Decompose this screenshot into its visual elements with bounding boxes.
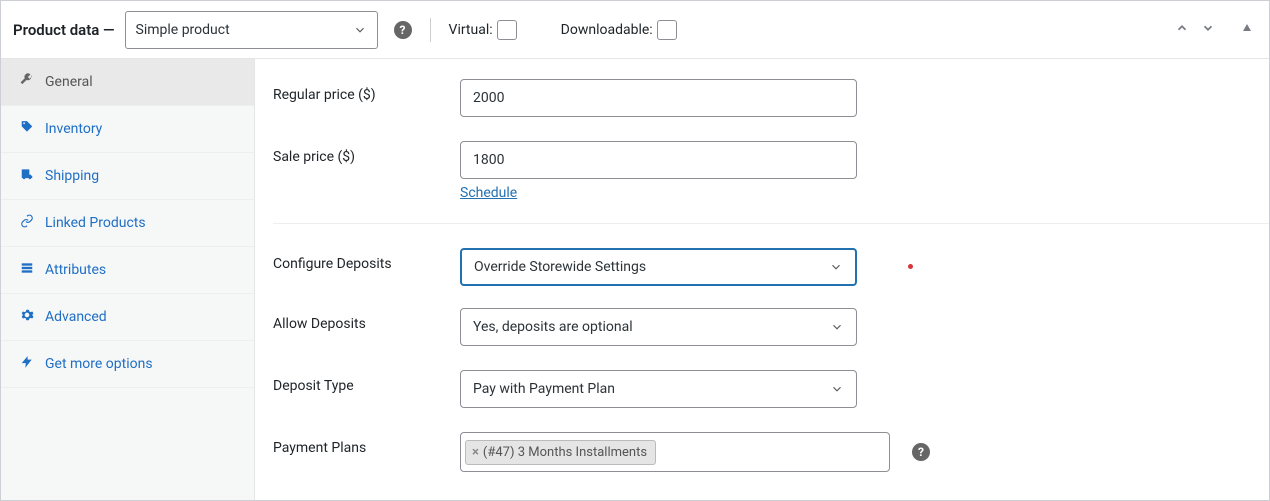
schedule-link[interactable]: Schedule <box>460 185 857 201</box>
deposit-type-select[interactable]: Pay with Payment Plan <box>460 370 857 408</box>
list-icon <box>19 261 35 279</box>
move-down-icon[interactable] <box>1197 17 1219 43</box>
bolt-icon <box>19 355 35 373</box>
tab-general[interactable]: General <box>1 59 254 106</box>
payment-plans-input[interactable]: × (#47) 3 Months Installments <box>460 432 890 472</box>
row-deposit-type: Deposit Type Pay with Payment Plan <box>273 370 1269 410</box>
product-data-panel: Product data — Simple product ? Virtual:… <box>0 0 1270 501</box>
tab-attributes[interactable]: Attributes <box>1 247 254 294</box>
gear-icon <box>19 308 35 326</box>
tab-label: Shipping <box>45 168 99 184</box>
payment-plan-tag: × (#47) 3 Months Installments <box>465 440 656 465</box>
move-up-icon[interactable] <box>1171 17 1193 43</box>
tab-advanced[interactable]: Advanced <box>1 294 254 341</box>
tab-label: Inventory <box>45 121 102 137</box>
tab-shipping[interactable]: Shipping <box>1 153 254 200</box>
fields-area: Regular price ($) Sale price ($) Schedul… <box>255 59 1269 501</box>
marker-dot-icon <box>908 264 913 269</box>
tab-linked-products[interactable]: Linked Products <box>1 200 254 247</box>
tab-label: Attributes <box>45 262 106 278</box>
configure-deposits-select[interactable]: Override Storewide Settings <box>460 248 857 286</box>
tag-icon <box>19 120 35 138</box>
row-regular-price: Regular price ($) <box>273 79 1269 119</box>
tab-label: General <box>45 74 93 90</box>
downloadable-checkbox[interactable] <box>657 20 677 40</box>
panel-actions <box>1171 17 1257 43</box>
tab-inventory[interactable]: Inventory <box>1 106 254 153</box>
allow-deposits-label: Allow Deposits <box>273 308 460 332</box>
tab-label: Linked Products <box>45 215 146 231</box>
row-sale-price: Sale price ($) Schedule <box>273 141 1269 201</box>
downloadable-field: Downloadable: <box>561 20 677 40</box>
panel-header: Product data — Simple product ? Virtual:… <box>1 1 1269 59</box>
tab-get-more-options[interactable]: Get more options <box>1 341 254 388</box>
regular-price-label: Regular price ($) <box>273 79 460 103</box>
truck-icon <box>19 167 35 185</box>
sale-price-input[interactable] <box>460 141 857 179</box>
help-icon[interactable]: ? <box>912 443 930 461</box>
downloadable-label: Downloadable: <box>561 22 653 38</box>
link-icon <box>19 214 35 232</box>
row-payment-plans: Payment Plans × (#47) 3 Months Installme… <box>273 432 1269 472</box>
tab-label: Get more options <box>45 356 153 372</box>
collapse-icon[interactable] <box>1237 17 1257 43</box>
separator <box>430 18 431 42</box>
virtual-checkbox[interactable] <box>497 20 517 40</box>
allow-deposits-select[interactable]: Yes, deposits are optional <box>460 308 857 346</box>
help-icon[interactable]: ? <box>394 21 412 39</box>
configure-deposits-label: Configure Deposits <box>273 248 460 272</box>
tabs-sidebar: General Inventory Shipping Linked Produc… <box>1 59 255 501</box>
remove-tag-icon[interactable]: × <box>472 445 479 460</box>
row-configure-deposits: Configure Deposits Override Storewide Se… <box>273 223 1269 286</box>
panel-body: General Inventory Shipping Linked Produc… <box>1 59 1269 501</box>
payment-plans-label: Payment Plans <box>273 432 460 456</box>
payment-plan-tag-label: (#47) 3 Months Installments <box>483 445 647 460</box>
regular-price-input[interactable] <box>460 79 857 117</box>
virtual-label: Virtual: <box>449 22 493 38</box>
virtual-field: Virtual: <box>449 20 517 40</box>
sale-price-label: Sale price ($) <box>273 141 460 165</box>
row-allow-deposits: Allow Deposits Yes, deposits are optiona… <box>273 308 1269 348</box>
panel-title: Product data — <box>13 21 115 39</box>
product-type-select[interactable]: Simple product <box>125 11 378 49</box>
deposit-type-label: Deposit Type <box>273 370 460 394</box>
wrench-icon <box>19 73 35 91</box>
tab-label: Advanced <box>45 309 107 325</box>
